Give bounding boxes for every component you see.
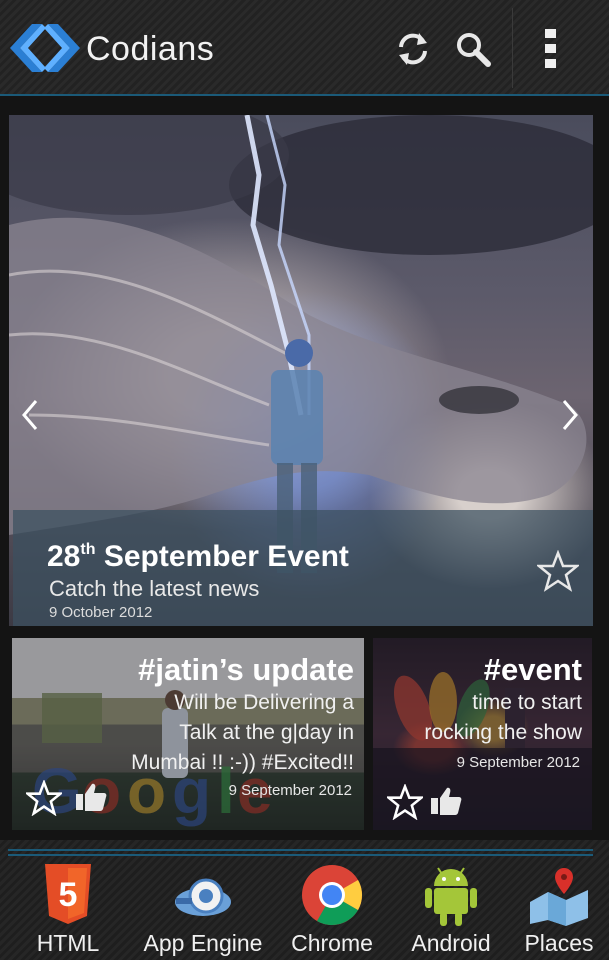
action-bar: Codians bbox=[0, 0, 609, 96]
star-icon bbox=[535, 549, 581, 592]
update-card[interactable]: G o o g l e #jatin’s update Will be Deli… bbox=[12, 638, 364, 830]
card-title: #event bbox=[483, 652, 582, 687]
card-date: 9 September 2012 bbox=[456, 754, 580, 771]
app-title: Codians bbox=[86, 30, 215, 68]
category-label: Android bbox=[411, 930, 491, 956]
featured-event-date: 9 October 2012 bbox=[49, 604, 153, 621]
category-html[interactable]: 5 HTML bbox=[8, 860, 128, 960]
search-icon bbox=[457, 33, 491, 67]
thumbs-up-icon bbox=[76, 783, 107, 811]
category-bar: 5 HTML App Engine Chrome Android Places bbox=[0, 840, 609, 960]
search-button[interactable] bbox=[448, 24, 498, 74]
favorite-star-button[interactable] bbox=[24, 778, 64, 817]
category-label: HTML bbox=[36, 930, 100, 956]
refresh-icon bbox=[399, 33, 427, 65]
next-arrow-button[interactable] bbox=[555, 395, 585, 435]
android-icon bbox=[425, 867, 477, 926]
featured-event-title: 28th September Event bbox=[47, 540, 349, 573]
category-bar-divider bbox=[8, 849, 593, 851]
codians-logo-icon[interactable] bbox=[8, 22, 82, 74]
star-icon bbox=[385, 782, 425, 821]
category-android[interactable]: Android bbox=[391, 860, 511, 960]
places-icon bbox=[530, 868, 588, 926]
svg-text:5: 5 bbox=[59, 876, 78, 914]
like-button[interactable] bbox=[74, 780, 110, 816]
previous-arrow-button[interactable] bbox=[15, 395, 45, 435]
chevron-right-icon bbox=[562, 400, 578, 430]
like-button[interactable] bbox=[429, 784, 465, 820]
card-body: Will be Delivering a Talk at the g|day i… bbox=[131, 691, 354, 774]
favorite-star-button[interactable] bbox=[535, 549, 581, 592]
category-label: App Engine bbox=[143, 930, 263, 956]
card-body: time to start rocking the show bbox=[424, 691, 582, 744]
card-title: #jatin’s update bbox=[138, 652, 354, 687]
category-chrome[interactable]: Chrome bbox=[272, 860, 392, 960]
overflow-menu-button[interactable] bbox=[526, 24, 576, 74]
category-label: Chrome bbox=[291, 930, 373, 956]
favorite-star-button[interactable] bbox=[385, 782, 425, 821]
card-date: 9 September 2012 bbox=[228, 782, 352, 799]
featured-event-caption: 28th September Event Catch the latest ne… bbox=[13, 510, 593, 626]
chevron-left-icon bbox=[22, 400, 38, 430]
star-icon bbox=[24, 778, 64, 817]
featured-event-card[interactable]: 28th September Event Catch the latest ne… bbox=[9, 115, 593, 626]
app-engine-icon bbox=[175, 878, 231, 916]
event-card[interactable]: #event time to start rocking the show 9 … bbox=[373, 638, 592, 830]
category-app-engine[interactable]: App Engine bbox=[143, 860, 263, 960]
chrome-icon bbox=[302, 865, 363, 926]
category-places[interactable]: Places bbox=[499, 860, 609, 960]
category-label: Places bbox=[524, 930, 594, 956]
featured-event-subtitle: Catch the latest news bbox=[49, 576, 260, 601]
overflow-menu-icon bbox=[545, 29, 556, 68]
html5-icon: 5 bbox=[45, 864, 91, 924]
category-bar-divider bbox=[8, 854, 593, 856]
thumbs-up-icon bbox=[431, 787, 462, 815]
actionbar-divider bbox=[512, 8, 513, 88]
refresh-button[interactable] bbox=[388, 24, 438, 74]
